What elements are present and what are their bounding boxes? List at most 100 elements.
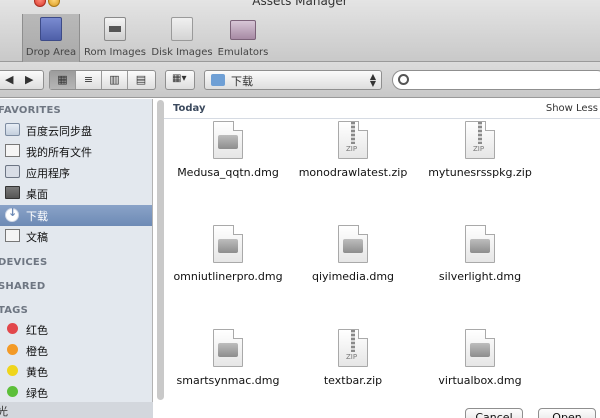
tag-green-icon bbox=[7, 386, 18, 397]
sidebar-item-tag-green[interactable]: 绿色 bbox=[0, 382, 152, 403]
location-label: 下载 bbox=[231, 75, 253, 88]
arrange-button[interactable]: ▦▾ bbox=[165, 70, 195, 90]
sidebar-item-label: 红色 bbox=[26, 324, 48, 337]
group-title: Today bbox=[173, 103, 206, 114]
dmg-file-icon bbox=[465, 225, 495, 263]
sidebar-scrollbar[interactable] bbox=[157, 100, 164, 400]
sidebar-item-label: 橙色 bbox=[26, 345, 48, 358]
drop-area-label: Drop Area bbox=[25, 47, 77, 58]
search-input[interactable] bbox=[392, 70, 600, 90]
show-less-button[interactable]: Show Less bbox=[546, 103, 598, 114]
assets-manager-window: Assets Manager Drop Area Rom Images Disk… bbox=[0, 0, 600, 418]
favorites-header: FAVORITES bbox=[0, 105, 61, 116]
emulators-label: Emulators bbox=[217, 47, 269, 58]
dmg-file-icon bbox=[338, 225, 368, 263]
dmg-file-icon bbox=[213, 121, 243, 159]
sidebar-footer-label: 光 bbox=[0, 405, 8, 418]
sidebar-item-label: 黄色 bbox=[26, 366, 48, 379]
window-title: Assets Manager bbox=[252, 0, 348, 8]
folder-icon bbox=[211, 74, 225, 86]
sidebar-item-documents[interactable]: 文稿 bbox=[0, 226, 152, 247]
back-forward-control: ◀ ▶ bbox=[0, 70, 44, 90]
rom-images-icon bbox=[104, 17, 126, 41]
sidebar-item-tag-yellow[interactable]: 黄色 bbox=[0, 361, 152, 382]
arrange-icon: ▦▾ bbox=[172, 73, 187, 84]
view-mode-control: ▦ ≡ ▥ ▤ bbox=[49, 70, 156, 90]
group-header: Today Show Less bbox=[164, 99, 600, 119]
sidebar-item-tag-orange[interactable]: 橙色 bbox=[0, 340, 152, 361]
tag-red-icon bbox=[7, 323, 18, 334]
cancel-button[interactable]: Cancel bbox=[465, 408, 523, 418]
icon-view-icon[interactable]: ▦ bbox=[50, 71, 76, 89]
file-item[interactable]: smartsynmac.dmg bbox=[166, 329, 290, 418]
disk-images-label: Disk Images bbox=[151, 47, 213, 58]
list-view-icon[interactable]: ≡ bbox=[76, 71, 102, 89]
file-name: silverlight.dmg bbox=[438, 270, 522, 283]
sidebar-item-desktop[interactable]: 桌面 bbox=[0, 183, 152, 204]
rom-images-button[interactable]: Rom Images bbox=[83, 14, 147, 62]
sidebar-item-label: 桌面 bbox=[26, 188, 48, 201]
coverflow-view-icon[interactable]: ▤ bbox=[128, 71, 154, 89]
tag-orange-icon bbox=[7, 344, 18, 355]
sidebar-item-downloads[interactable]: 下载 bbox=[0, 205, 152, 226]
zip-file-icon: ZIP bbox=[465, 121, 495, 159]
column-view-icon[interactable]: ▥ bbox=[102, 71, 128, 89]
sidebar-item-label: 应用程序 bbox=[26, 167, 70, 180]
file-item[interactable]: qiyimedia.dmg bbox=[291, 225, 415, 325]
file-name: mytunesrsspkg.zip bbox=[428, 166, 532, 179]
zip-file-icon: ZIP bbox=[338, 329, 368, 367]
sidebar-footer: 光 bbox=[0, 402, 153, 418]
dmg-file-icon bbox=[465, 329, 495, 367]
drop-area-button[interactable]: Drop Area bbox=[22, 14, 80, 62]
popup-arrows-icon: ▲ ▼ bbox=[369, 72, 376, 88]
shared-header[interactable]: SHARED bbox=[0, 281, 45, 292]
disk-images-button[interactable]: Disk Images bbox=[150, 14, 214, 62]
sidebar-item-label: 下载 bbox=[26, 210, 48, 223]
tags-header[interactable]: TAGS bbox=[0, 305, 28, 316]
sidebar-item-label: 我的所有文件 bbox=[26, 146, 92, 159]
applications-icon bbox=[5, 165, 20, 178]
file-item[interactable]: omniutlinerpro.dmg bbox=[166, 225, 290, 325]
file-item[interactable]: ZIP textbar.zip bbox=[291, 329, 415, 418]
dmg-file-icon bbox=[213, 225, 243, 263]
file-name: qiyimedia.dmg bbox=[311, 270, 395, 283]
file-name: smartsynmac.dmg bbox=[176, 374, 280, 387]
sidebar-item-all-files[interactable]: 我的所有文件 bbox=[0, 141, 152, 162]
downloads-icon bbox=[5, 206, 19, 222]
navigation-bar: ◀ ▶ ▦ ≡ ▥ ▤ ▦▾ 下载 ▲ ▼ bbox=[0, 62, 600, 98]
tag-yellow-icon bbox=[7, 365, 18, 376]
folder-icon bbox=[5, 123, 20, 136]
emulators-icon bbox=[230, 20, 256, 40]
all-files-icon bbox=[5, 144, 20, 157]
sidebar-item-tag-red[interactable]: 红色 bbox=[0, 319, 152, 340]
file-item[interactable]: Medusa_qqtn.dmg bbox=[166, 121, 290, 221]
drop-area-icon bbox=[40, 17, 62, 41]
file-item[interactable]: ZIP monodrawlatest.zip bbox=[291, 121, 415, 221]
sidebar-item-label: 百度云同步盘 bbox=[26, 125, 92, 138]
file-name: textbar.zip bbox=[323, 374, 383, 387]
forward-icon[interactable]: ▶ bbox=[25, 73, 33, 86]
sidebar-item-label: 绿色 bbox=[26, 387, 48, 400]
search-icon bbox=[398, 74, 409, 85]
file-item[interactable]: virtualbox.dmg bbox=[418, 329, 542, 418]
dmg-file-icon bbox=[213, 329, 243, 367]
emulators-button[interactable]: Emulators bbox=[214, 14, 272, 62]
file-item[interactable]: silverlight.dmg bbox=[418, 225, 542, 325]
devices-header[interactable]: DEVICES bbox=[0, 257, 47, 268]
back-icon[interactable]: ◀ bbox=[5, 73, 13, 86]
file-name: virtualbox.dmg bbox=[438, 374, 522, 387]
documents-icon bbox=[5, 229, 20, 242]
file-item[interactable]: ZIP mytunesrsspkg.zip bbox=[418, 121, 542, 221]
file-name: monodrawlatest.zip bbox=[298, 166, 408, 179]
sidebar-item-baidu[interactable]: 百度云同步盘 bbox=[0, 120, 152, 141]
file-name: Medusa_qqtn.dmg bbox=[177, 166, 279, 179]
desktop-icon bbox=[5, 186, 20, 199]
rom-images-label: Rom Images bbox=[83, 47, 147, 58]
open-button[interactable]: Open bbox=[538, 408, 596, 418]
sidebar-item-applications[interactable]: 应用程序 bbox=[0, 162, 152, 183]
location-popup[interactable]: 下载 ▲ ▼ bbox=[204, 70, 382, 90]
toolbar: Assets Manager Drop Area Rom Images Disk… bbox=[0, 0, 600, 62]
file-name: omniutlinerpro.dmg bbox=[173, 270, 283, 283]
sidebar-item-label: 文稿 bbox=[26, 231, 48, 244]
disk-images-icon bbox=[171, 17, 193, 41]
